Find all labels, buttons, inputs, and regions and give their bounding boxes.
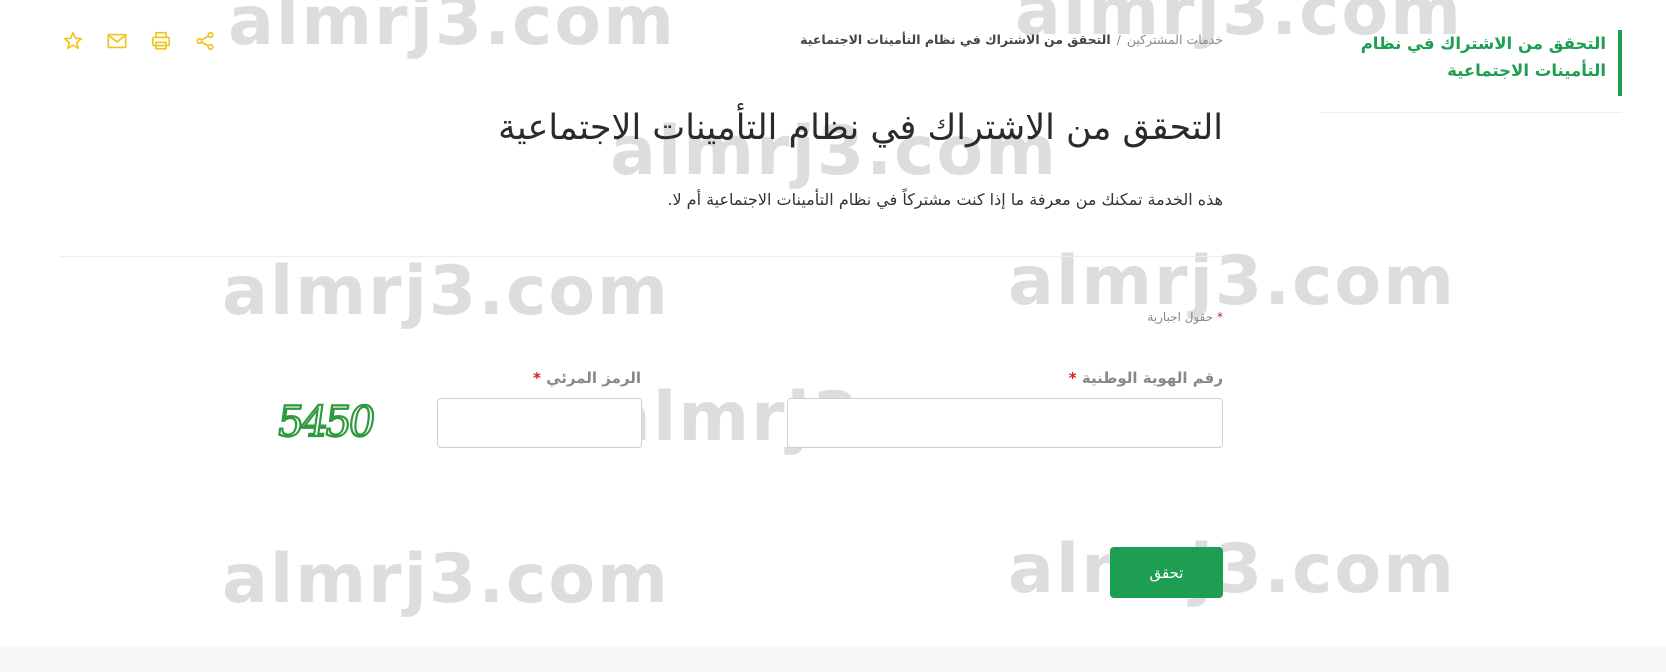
breadcrumb-separator: / — [1116, 32, 1121, 47]
required-marker: * — [1068, 369, 1077, 387]
sidebar-item-label: التحقق من الاشتراك في نظام — [1360, 34, 1606, 53]
watermark: almrj3.com — [228, 0, 676, 61]
watermark: almrj3.com — [1008, 242, 1456, 321]
favorite-button[interactable] — [60, 28, 86, 54]
sidebar-item-verify-subscription[interactable]: التحقق من الاشتراك في نظام التأمينات الا… — [1332, 30, 1622, 96]
page-title: التحقق من الاشتراك في نظام التأمينات الا… — [498, 108, 1223, 148]
required-marker: * — [532, 369, 541, 387]
required-note-text: حقول اجبارية — [1147, 310, 1214, 324]
breadcrumb-item-subscriber-services[interactable]: خدمات المشتركين — [1127, 32, 1223, 47]
page-description: هذه الخدمة تمكنك من معرفة ما إذا كنت مشت… — [667, 190, 1223, 209]
breadcrumb-item-current: التحقق من الاشتراك في نظام التأمينات الا… — [800, 32, 1111, 47]
captcha-text: 5450 — [274, 400, 377, 446]
watermark: almrj3.com — [222, 252, 670, 331]
national-id-label-text: رقم الهوية الوطنية — [1081, 369, 1223, 387]
star-icon — [63, 31, 83, 50]
footer-strip — [0, 646, 1666, 672]
email-button[interactable] — [104, 28, 130, 54]
mail-icon — [107, 33, 127, 49]
required-marker: * — [1217, 310, 1223, 324]
national-id-label: رقم الهوية الوطنية * — [1069, 369, 1223, 387]
print-button[interactable] — [148, 28, 174, 54]
national-id-input[interactable] — [787, 398, 1223, 448]
required-fields-note: * حقول اجبارية — [1147, 310, 1223, 324]
sidebar-item-label: التأمينات الاجتماعية — [1447, 61, 1606, 80]
breadcrumb: خدمات المشتركين / التحقق من الاشتراك في نظ… — [800, 32, 1223, 47]
share-icon — [196, 31, 214, 51]
verify-button[interactable]: تحقق — [1110, 547, 1223, 598]
watermark: almrj3.com — [1008, 530, 1456, 609]
page-tools — [60, 28, 218, 54]
share-button[interactable] — [192, 28, 218, 54]
captcha-label: الرمز المرئي * — [533, 369, 641, 387]
captcha-label-text: الرمز المرئي — [546, 369, 641, 387]
print-icon — [151, 31, 171, 50]
watermark: almrj3.com — [222, 540, 670, 619]
sidebar: التحقق من الاشتراك في نظام التأمينات الا… — [1320, 30, 1622, 113]
divider — [60, 256, 1222, 257]
captcha-input[interactable] — [437, 398, 642, 448]
captcha-image: 5450 — [273, 400, 378, 446]
